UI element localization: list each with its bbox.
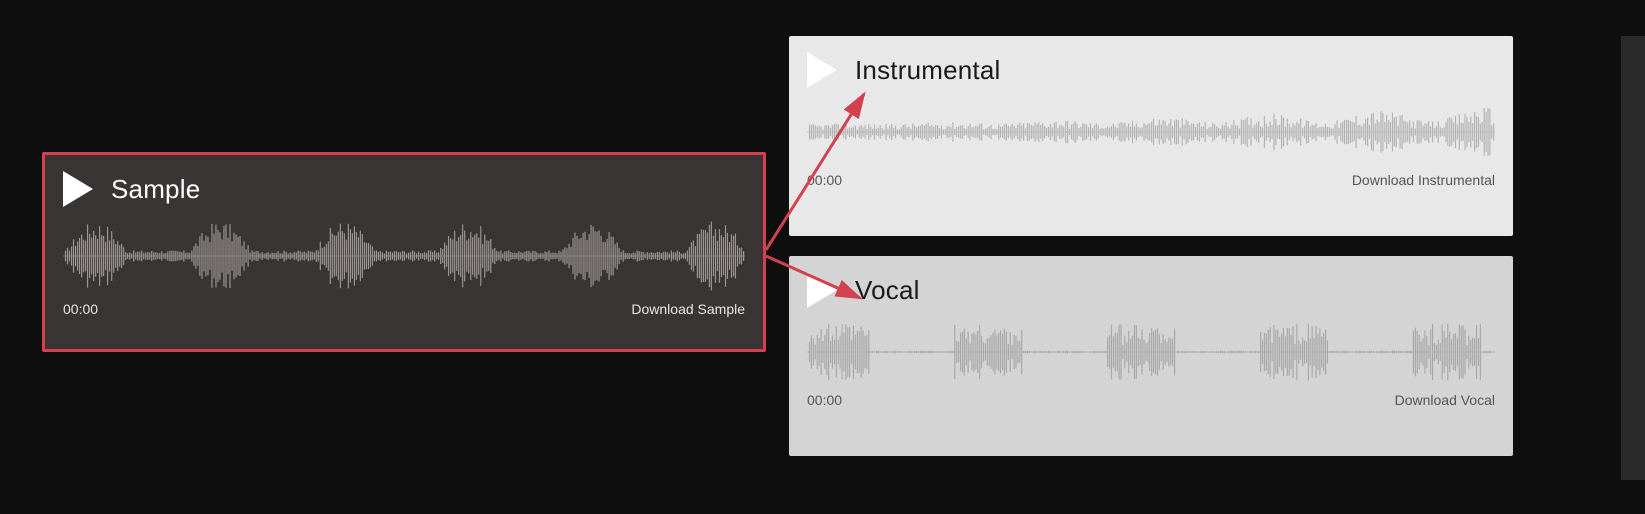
play-icon[interactable] [807, 52, 837, 88]
instrumental-card-header: Instrumental [807, 52, 1495, 88]
instrumental-card: Instrumental 00:00 Download Instrumental [789, 36, 1513, 236]
vocal-title: Vocal [855, 275, 920, 306]
instrumental-time: 00:00 [807, 172, 842, 188]
instrumental-waveform[interactable] [807, 102, 1495, 162]
play-icon[interactable] [63, 171, 93, 207]
sample-waveform[interactable] [63, 221, 745, 291]
sample-title: Sample [111, 174, 200, 205]
download-vocal-link[interactable]: Download Vocal [1395, 392, 1495, 408]
play-icon[interactable] [807, 272, 837, 308]
vocal-card: Vocal 00:00 Download Vocal [789, 256, 1513, 456]
instrumental-card-footer: 00:00 Download Instrumental [807, 172, 1495, 188]
vocal-card-header: Vocal [807, 272, 1495, 308]
sample-card-header: Sample [63, 171, 745, 207]
vocal-waveform[interactable] [807, 322, 1495, 382]
vocal-card-footer: 00:00 Download Vocal [807, 392, 1495, 408]
vocal-time: 00:00 [807, 392, 842, 408]
scrollbar-track[interactable] [1621, 36, 1645, 480]
sample-card-footer: 00:00 Download Sample [63, 301, 745, 317]
sample-card: Sample 00:00 Download Sample [42, 152, 766, 352]
download-instrumental-link[interactable]: Download Instrumental [1352, 172, 1495, 188]
instrumental-title: Instrumental [855, 55, 1000, 86]
sample-time: 00:00 [63, 301, 98, 317]
download-sample-link[interactable]: Download Sample [631, 301, 745, 317]
